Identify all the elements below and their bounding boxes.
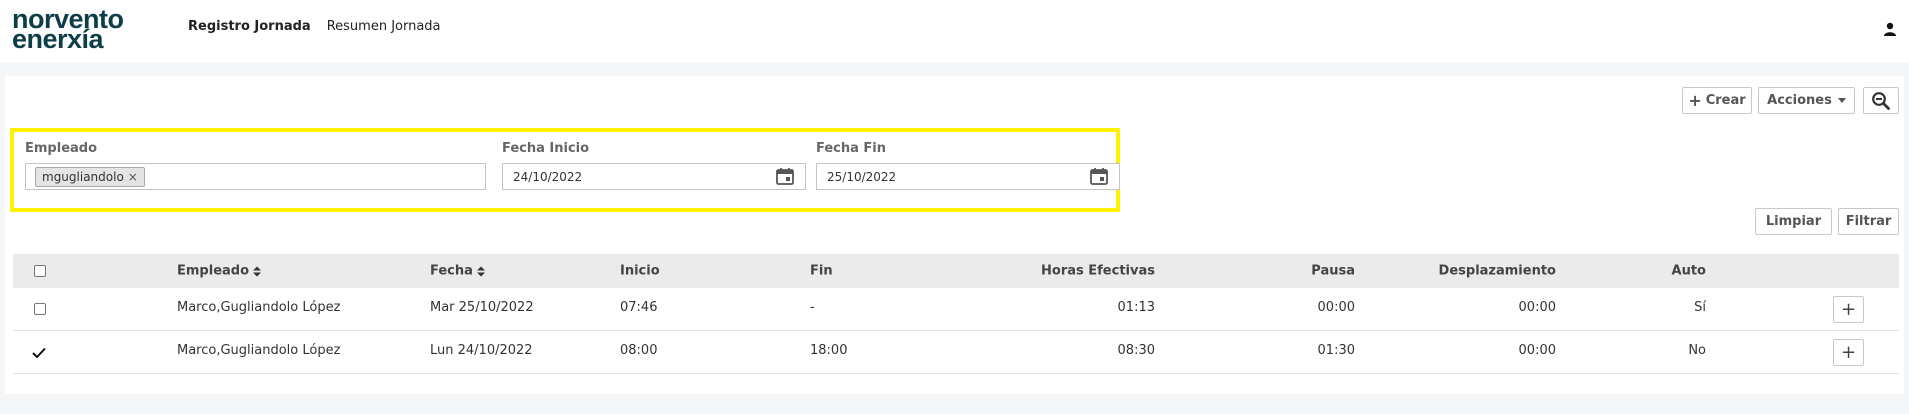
end-date-label: Fecha Fin (816, 141, 887, 156)
col-fecha-label: Fecha (430, 263, 473, 279)
cell-empleado: Marco,Gugliandolo López (177, 343, 341, 358)
create-button[interactable]: + Crear (1682, 87, 1752, 114)
add-detail-button[interactable]: + (1833, 339, 1864, 366)
end-date-input[interactable]: 25/10/2022 (816, 163, 1120, 190)
row-checkbox[interactable] (34, 303, 46, 315)
col-horas-header: Horas Efectivas (1041, 263, 1155, 279)
table-header: Empleado Fecha Inicio Fin Horas Efectiva… (13, 254, 1899, 288)
cell-pausa: 00:00 (1317, 300, 1355, 315)
search-toggle-button[interactable] (1863, 87, 1899, 114)
cell-auto: No (1688, 343, 1706, 358)
col-empleado-header[interactable]: Empleado (177, 263, 262, 279)
cell-auto: Sí (1694, 300, 1706, 315)
add-detail-button[interactable]: + (1833, 296, 1864, 323)
nav-resumen-jornada[interactable]: Resumen Jornada (327, 19, 441, 34)
plus-icon: + (1840, 299, 1857, 320)
calendar-icon[interactable] (775, 166, 795, 186)
start-date-label: Fecha Inicio (502, 141, 590, 156)
col-pausa-header: Pausa (1311, 263, 1355, 279)
cell-horas: 08:30 (1117, 343, 1155, 358)
clear-button[interactable]: Limpiar (1755, 208, 1832, 235)
cell-fecha: Lun 24/10/2022 (430, 343, 533, 358)
col-empleado-label: Empleado (177, 263, 250, 279)
employee-tag-label: mgugliandolo (42, 170, 124, 184)
actions-dropdown-label: Acciones (1767, 93, 1832, 108)
employee-tag: mgugliandolo × (35, 167, 145, 187)
employee-multiselect[interactable]: mgugliandolo × (25, 163, 486, 190)
sort-icon (253, 266, 262, 276)
filter-button-label: Filtrar (1845, 214, 1892, 229)
norvento-logo[interactable]: norvento enerxía (12, 6, 124, 53)
checkmark-icon[interactable] (32, 347, 46, 359)
records-table: Empleado Fecha Inicio Fin Horas Efectiva… (13, 254, 1899, 374)
main-nav: Registro Jornada Resumen Jornada (188, 19, 441, 34)
main-panel: + Crear Acciones Empleado mgugliandolo × … (5, 76, 1904, 394)
table-row[interactable]: Marco,Gugliandolo López Mar 25/10/2022 0… (13, 288, 1899, 331)
start-date-value: 24/10/2022 (513, 170, 583, 184)
actions-dropdown[interactable]: Acciones (1758, 87, 1855, 114)
plus-icon: + (1840, 342, 1857, 363)
cell-inicio: 07:46 (620, 300, 658, 315)
col-desplazamiento-header: Desplazamiento (1438, 263, 1556, 279)
cell-fin: 18:00 (810, 343, 848, 358)
cell-fecha: Mar 25/10/2022 (430, 300, 534, 315)
plus-icon: + (1688, 91, 1702, 110)
cell-empleado: Marco,Gugliandolo López (177, 300, 341, 315)
cell-desplazamiento: 00:00 (1518, 300, 1556, 315)
caret-down-icon (1837, 98, 1846, 103)
cell-horas: 01:13 (1117, 300, 1155, 315)
cell-pausa: 01:30 (1317, 343, 1355, 358)
cell-inicio: 08:00 (620, 343, 658, 358)
cell-desplazamiento: 00:00 (1518, 343, 1556, 358)
user-icon[interactable] (1883, 22, 1897, 36)
table-row[interactable]: Marco,Gugliandolo López Lun 24/10/2022 0… (13, 331, 1899, 374)
start-date-input[interactable]: 24/10/2022 (502, 163, 806, 190)
employee-filter-label: Empleado (25, 141, 98, 156)
filter-button[interactable]: Filtrar (1838, 208, 1899, 235)
col-fin-header: Fin (810, 263, 833, 279)
zoom-out-icon (1872, 91, 1890, 110)
sort-icon (476, 266, 485, 276)
col-inicio-header: Inicio (620, 263, 660, 279)
select-all-checkbox[interactable] (34, 265, 46, 277)
cell-fin: - (810, 300, 815, 315)
clear-button-label: Limpiar (1765, 214, 1822, 229)
calendar-icon[interactable] (1089, 166, 1109, 186)
col-fecha-header[interactable]: Fecha (430, 264, 485, 279)
top-bar: norvento enerxía Registro Jornada Resume… (0, 0, 1909, 62)
end-date-value: 25/10/2022 (827, 170, 897, 184)
filter-panel: Empleado mgugliandolo × Fecha Inicio 24/1… (10, 128, 1120, 212)
col-auto-header: Auto (1671, 263, 1706, 279)
remove-tag-icon[interactable]: × (128, 170, 138, 184)
create-button-label: Crear (1705, 93, 1746, 108)
nav-registro-jornada[interactable]: Registro Jornada (188, 19, 311, 34)
